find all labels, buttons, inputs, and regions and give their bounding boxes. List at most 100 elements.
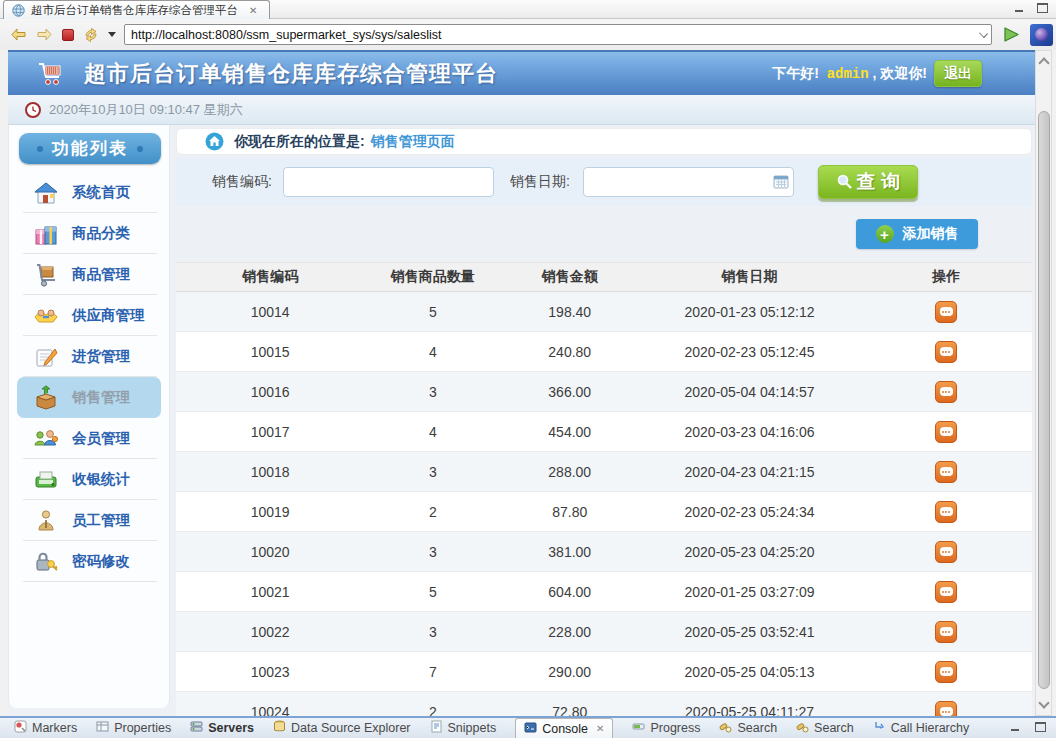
row-detail-button[interactable] [935, 301, 957, 323]
minimize-icon[interactable] [1014, 3, 1025, 13]
cart-icon [38, 62, 64, 86]
snippets-view-icon [430, 720, 443, 736]
view-tab-snippets[interactable]: Snippets [430, 718, 497, 738]
bottom-view-bar: Markers Properties Servers Data Source Expl… [0, 716, 1056, 738]
row-detail-button[interactable] [935, 501, 957, 523]
view-close-icon[interactable]: ✕ [596, 723, 604, 734]
clock-icon [25, 102, 41, 118]
callh-view-icon [873, 720, 886, 736]
progress-view-icon [632, 720, 645, 736]
view-tab-data-source-explorer[interactable]: Data Source Explorer [273, 718, 411, 738]
external-browser-icon[interactable] [1030, 24, 1053, 46]
cell-date: 2020-01-25 03:27:09 [638, 584, 861, 600]
row-detail-button[interactable] [935, 581, 957, 603]
refresh-icon[interactable] [83, 28, 99, 42]
row-detail-button[interactable] [935, 381, 957, 403]
sidebar-item-product[interactable]: 商品管理 [17, 254, 161, 295]
cell-date: 2020-05-25 04:05:13 [638, 664, 861, 680]
sidebar-item-label: 供应商管理 [72, 306, 145, 325]
url-bar[interactable] [124, 24, 992, 45]
cell-quantity: 5 [364, 304, 501, 320]
view-tab-properties[interactable]: Properties [96, 718, 171, 738]
view-tab-console[interactable]: Console✕ [515, 718, 613, 738]
cell-date: 2020-03-23 04:16:06 [638, 424, 861, 440]
sidebar-item-member[interactable]: 会员管理 [17, 418, 161, 459]
sidebar-item-label: 系统首页 [72, 183, 130, 202]
view-tab-call-hierarchy[interactable]: Call Hierarchy [873, 718, 970, 738]
row-detail-button[interactable] [935, 661, 957, 683]
greeting: 下午好! admin , 欢迎你! [772, 65, 927, 83]
purchase-icon [33, 344, 59, 370]
location-home-icon [205, 132, 224, 151]
sidebar-item-cashier[interactable]: 收银统计 [17, 459, 161, 500]
sidebar-item-supplier[interactable]: 供应商管理 [17, 295, 161, 336]
cell-quantity: 2 [364, 704, 501, 717]
search-icon [836, 173, 854, 191]
sidebar-item-sales[interactable]: 销售管理 [17, 377, 161, 418]
sidebar-item-password[interactable]: 密码修改 [17, 541, 161, 582]
view-maximize-icon[interactable] [1035, 722, 1046, 732]
table-row: 100215604.002020-01-25 03:27:09 [176, 572, 1032, 612]
scroll-down-icon[interactable] [1038, 697, 1049, 708]
cell-sale-code: 10017 [176, 424, 364, 440]
sidebar-item-home[interactable]: 系统首页 [17, 172, 161, 213]
row-detail-button[interactable] [935, 341, 957, 363]
browser-tab[interactable]: 超市后台订单销售仓库库存综合管理平台 ✕ [3, 0, 270, 19]
ellipsis-bubble-icon [940, 347, 953, 356]
go-icon[interactable] [1002, 26, 1021, 43]
column-header: 操作 [861, 268, 1032, 286]
scrollbar-thumb[interactable] [1038, 111, 1050, 689]
scroll-up-icon[interactable] [1038, 57, 1049, 68]
sales-icon [33, 385, 59, 411]
cell-date: 2020-05-25 04:11:27 [638, 704, 861, 717]
sale-code-label: 销售编码: [212, 173, 272, 191]
sidebar-item-employee[interactable]: 员工管理 [17, 500, 161, 541]
row-detail-button[interactable] [935, 541, 957, 563]
cell-date: 2020-02-23 05:12:45 [638, 344, 861, 360]
date-bar: 2020年10月10日 09:10:47 星期六 [8, 95, 1035, 125]
view-tab-search[interactable]: Search [796, 718, 854, 738]
row-detail-button[interactable] [935, 621, 957, 643]
sale-date-input[interactable] [583, 167, 794, 197]
table-row: 100223228.002020-05-25 03:52:41 [176, 612, 1032, 652]
cell-quantity: 7 [364, 664, 501, 680]
breadcrumb-current[interactable]: 销售管理页面 [371, 133, 455, 151]
row-detail-button[interactable] [935, 461, 957, 483]
query-button[interactable]: 查 询 [818, 165, 918, 199]
view-tab-progress[interactable]: Progress [632, 718, 700, 738]
sale-code-input[interactable] [283, 167, 494, 197]
plus-icon: + [876, 225, 894, 243]
view-minimize-icon[interactable] [1010, 722, 1021, 732]
sidebar-item-purchase[interactable]: 进货管理 [17, 336, 161, 377]
sidebar-item-label: 进货管理 [72, 347, 130, 366]
maximize-icon[interactable] [1037, 3, 1048, 13]
add-sale-button[interactable]: + 添加销售 [856, 219, 978, 249]
cell-quantity: 3 [364, 544, 501, 560]
calendar-icon[interactable] [773, 174, 789, 189]
forward-icon[interactable] [36, 28, 53, 41]
view-tab-servers[interactable]: Servers [190, 718, 254, 738]
browser-tab-title: 超市后台订单销售仓库库存综合管理平台 [31, 3, 238, 18]
sidebar-item-category[interactable]: 商品分类 [17, 213, 161, 254]
dropdown-caret-icon[interactable] [108, 32, 116, 37]
ellipsis-bubble-icon [940, 627, 953, 636]
view-tab-markers[interactable]: Markers [14, 718, 77, 738]
logout-button[interactable]: 退出 [934, 60, 982, 87]
globe-icon [12, 4, 25, 17]
member-icon [33, 426, 59, 452]
cashier-icon [33, 467, 59, 493]
password-icon [33, 549, 59, 575]
stop-icon[interactable] [62, 29, 74, 41]
cell-quantity: 4 [364, 424, 501, 440]
cell-sale-code: 10023 [176, 664, 364, 680]
employee-icon [33, 508, 59, 534]
view-tab-search[interactable]: Search [719, 718, 777, 738]
row-detail-button[interactable] [935, 701, 957, 717]
tab-close-icon[interactable]: ✕ [249, 5, 257, 16]
back-icon[interactable] [10, 28, 27, 41]
vertical-scrollbar[interactable] [1035, 50, 1052, 716]
ellipsis-bubble-icon [940, 587, 953, 596]
url-input[interactable] [124, 24, 992, 45]
row-detail-button[interactable] [935, 421, 957, 443]
sidebar-item-label: 商品管理 [72, 265, 130, 284]
